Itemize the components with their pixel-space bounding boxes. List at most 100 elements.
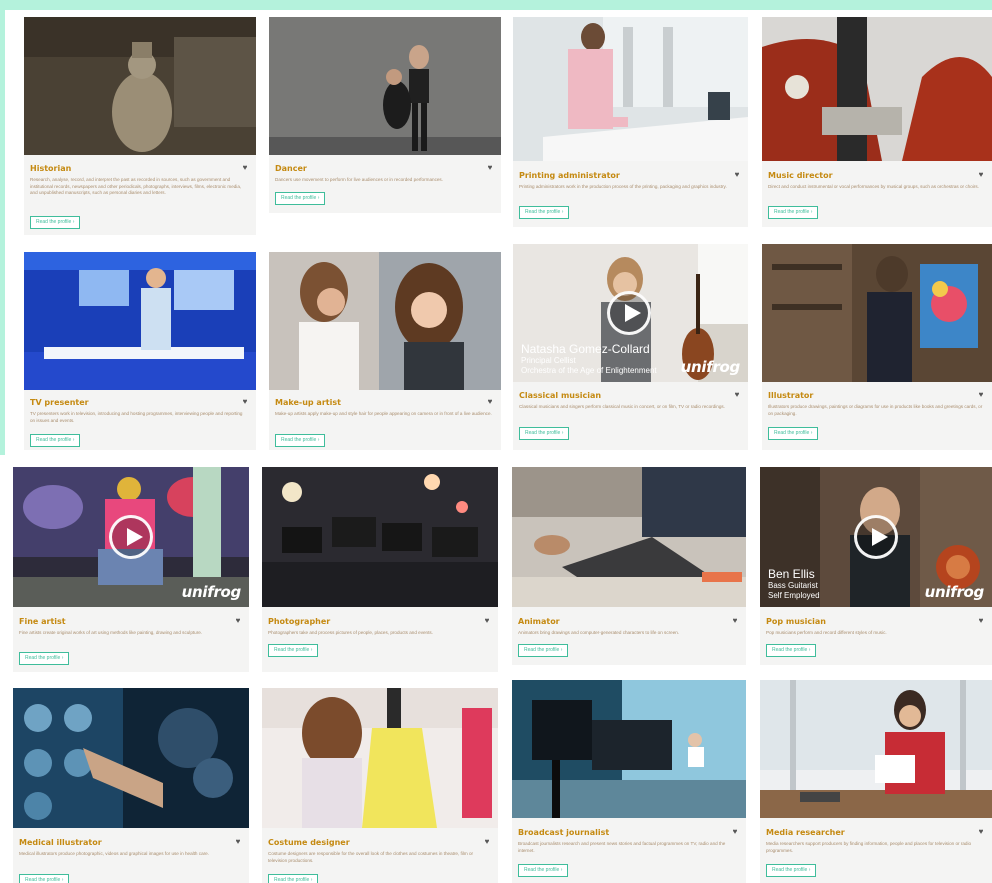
read-profile-button[interactable]: Read the profile › [519, 427, 570, 440]
card-pop-musician[interactable]: Ben Ellis Bass Guitarist Self Employed u… [760, 467, 992, 665]
card-description: Fine artists create original works of ar… [19, 630, 203, 635]
card-make-up-artist[interactable]: Make-up artist ♥ Make-up artists apply m… [269, 252, 501, 450]
heart-icon[interactable]: ♥ [241, 164, 249, 172]
read-profile-button[interactable]: Read the profile › [275, 434, 326, 447]
read-profile-button[interactable]: Read the profile › [30, 434, 81, 447]
card-historian[interactable]: Historian ♥ Research, analyse, record, a… [24, 17, 256, 235]
heart-icon[interactable]: ♥ [977, 617, 985, 625]
heart-icon[interactable]: ♥ [486, 164, 494, 172]
play-icon[interactable] [109, 515, 153, 559]
card-title[interactable]: Make-up artist [275, 398, 481, 407]
card-title[interactable]: Printing administrator [519, 171, 728, 180]
card-description: Pop musicians perform and record differe… [766, 630, 887, 635]
read-profile-button[interactable]: Read the profile › [19, 652, 70, 665]
fine-artist-thumbnail[interactable]: unifrog [13, 467, 249, 607]
heart-icon[interactable]: ♥ [241, 398, 249, 406]
card-costume-designer[interactable]: Costume designer ♥ Costume designers are… [262, 688, 498, 883]
read-profile-button[interactable]: Read the profile › [268, 644, 319, 657]
read-profile-button[interactable]: Read the profile › [518, 864, 569, 877]
card-printing-administrator[interactable]: Printing administrator ♥ Printing admini… [513, 17, 748, 227]
classical-musician-thumbnail[interactable]: Natasha Gomez-Collard Principal Cellist … [513, 244, 748, 382]
card-description: Classical musicians and singers perform … [519, 404, 725, 409]
card-title[interactable]: Media researcher [766, 828, 972, 837]
card-dancer[interactable]: Dancer ♥ Dancers use movement to perform… [269, 17, 501, 213]
heart-icon[interactable]: ♥ [486, 398, 494, 406]
medical-illustrator-thumbnail [13, 688, 249, 828]
unifrog-logo: unifrog [680, 358, 741, 376]
card-description: Media researchers support producers by f… [766, 841, 972, 853]
card-title[interactable]: Illustrator [768, 391, 972, 400]
read-profile-button[interactable]: Read the profile › [275, 192, 326, 205]
card-medical-illustrator[interactable]: Medical illustrator ♥ Medical illustrato… [13, 688, 249, 883]
card-title[interactable]: Music director [768, 171, 972, 180]
caption-role: Principal Cellist [521, 356, 576, 365]
read-profile-button[interactable]: Read the profile › [766, 864, 817, 877]
music-director-thumbnail [762, 17, 992, 161]
caption-org: Self Employed [768, 591, 820, 600]
card-title[interactable]: Animator [518, 617, 726, 626]
unifrog-logo: unifrog [181, 583, 242, 601]
video-caption: Natasha Gomez-Collard Principal Cellist … [521, 342, 657, 376]
heart-icon[interactable]: ♥ [234, 838, 242, 846]
card-fine-artist[interactable]: unifrog Fine artist ♥ Fine artists creat… [13, 467, 249, 672]
card-title[interactable]: Photographer [268, 617, 478, 626]
play-icon[interactable] [854, 515, 898, 559]
card-title[interactable]: Classical musician [519, 391, 728, 400]
heart-icon[interactable]: ♥ [731, 828, 739, 836]
card-title[interactable]: Dancer [275, 164, 481, 173]
card-title[interactable]: Fine artist [19, 617, 229, 626]
card-photographer[interactable]: Photographer ♥ Photographers take and pr… [262, 467, 498, 672]
card-description: Make-up artists apply make-up and style … [275, 411, 492, 416]
animator-thumbnail [512, 467, 746, 607]
heart-icon[interactable]: ♥ [731, 617, 739, 625]
play-icon[interactable] [607, 291, 651, 335]
card-illustrator[interactable]: Illustrator ♥ Illustrators produce drawi… [762, 244, 992, 450]
card-description: Illustrators produce drawings, paintings… [768, 404, 983, 416]
card-classical-musician[interactable]: Natasha Gomez-Collard Principal Cellist … [513, 244, 748, 450]
media-researcher-thumbnail [760, 680, 992, 818]
card-title[interactable]: Medical illustrator [19, 838, 229, 847]
card-title[interactable]: Costume designer [268, 838, 478, 847]
broadcast-journalist-thumbnail [512, 680, 746, 818]
heart-icon[interactable]: ♥ [977, 391, 985, 399]
unifrog-logo: unifrog [924, 583, 985, 601]
card-description: Dancers use movement to perform for live… [275, 177, 444, 182]
read-profile-button[interactable]: Read the profile › [518, 644, 569, 657]
caption-role: Bass Guitarist [768, 581, 818, 590]
card-title[interactable]: Pop musician [766, 617, 972, 626]
heart-icon[interactable]: ♥ [733, 391, 741, 399]
read-profile-button[interactable]: Read the profile › [768, 427, 819, 440]
card-title[interactable]: TV presenter [30, 398, 236, 407]
read-profile-button[interactable]: Read the profile › [766, 644, 817, 657]
pop-musician-thumbnail[interactable]: Ben Ellis Bass Guitarist Self Employed u… [760, 467, 992, 607]
make-up-artist-thumbnail [269, 252, 501, 390]
heart-icon[interactable]: ♥ [234, 617, 242, 625]
card-description: Research, analyse, record, and interpret… [30, 177, 242, 196]
card-animator[interactable]: Animator ♥ Animators bring drawings and … [512, 467, 746, 665]
read-profile-button[interactable]: Read the profile › [519, 206, 570, 219]
heart-icon[interactable]: ♥ [977, 171, 985, 179]
card-title[interactable]: Historian [30, 164, 236, 173]
heart-icon[interactable]: ♥ [483, 617, 491, 625]
heart-icon[interactable]: ♥ [977, 828, 985, 836]
card-description: Costume designers are responsible for th… [268, 851, 474, 863]
card-title[interactable]: Broadcast journalist [518, 828, 726, 837]
card-media-researcher[interactable]: Media researcher ♥ Media researchers sup… [760, 680, 992, 883]
card-description: TV presenters work in television, introd… [30, 411, 243, 423]
heart-icon[interactable]: ♥ [483, 838, 491, 846]
read-profile-button[interactable]: Read the profile › [19, 874, 70, 883]
illustrator-thumbnail [762, 244, 992, 382]
card-description: Medical illustrators produce photographi… [19, 851, 209, 856]
read-profile-button[interactable]: Read the profile › [768, 206, 819, 219]
dancer-thumbnail [269, 17, 501, 155]
card-tv-presenter[interactable]: TV presenter ♥ TV presenters work in tel… [24, 252, 256, 450]
card-broadcast-journalist[interactable]: Broadcast journalist ♥ Broadcast journal… [512, 680, 746, 883]
video-caption: Ben Ellis Bass Guitarist Self Employed [768, 567, 820, 601]
read-profile-button[interactable]: Read the profile › [268, 874, 319, 883]
costume-designer-thumbnail [262, 688, 498, 828]
heart-icon[interactable]: ♥ [733, 171, 741, 179]
card-music-director[interactable]: Music director ♥ Direct and conduct inst… [762, 17, 992, 227]
read-profile-button[interactable]: Read the profile › [30, 216, 81, 229]
card-description: Direct and conduct instrumental or vocal… [768, 184, 979, 189]
caption-name: Ben Ellis [768, 567, 815, 581]
